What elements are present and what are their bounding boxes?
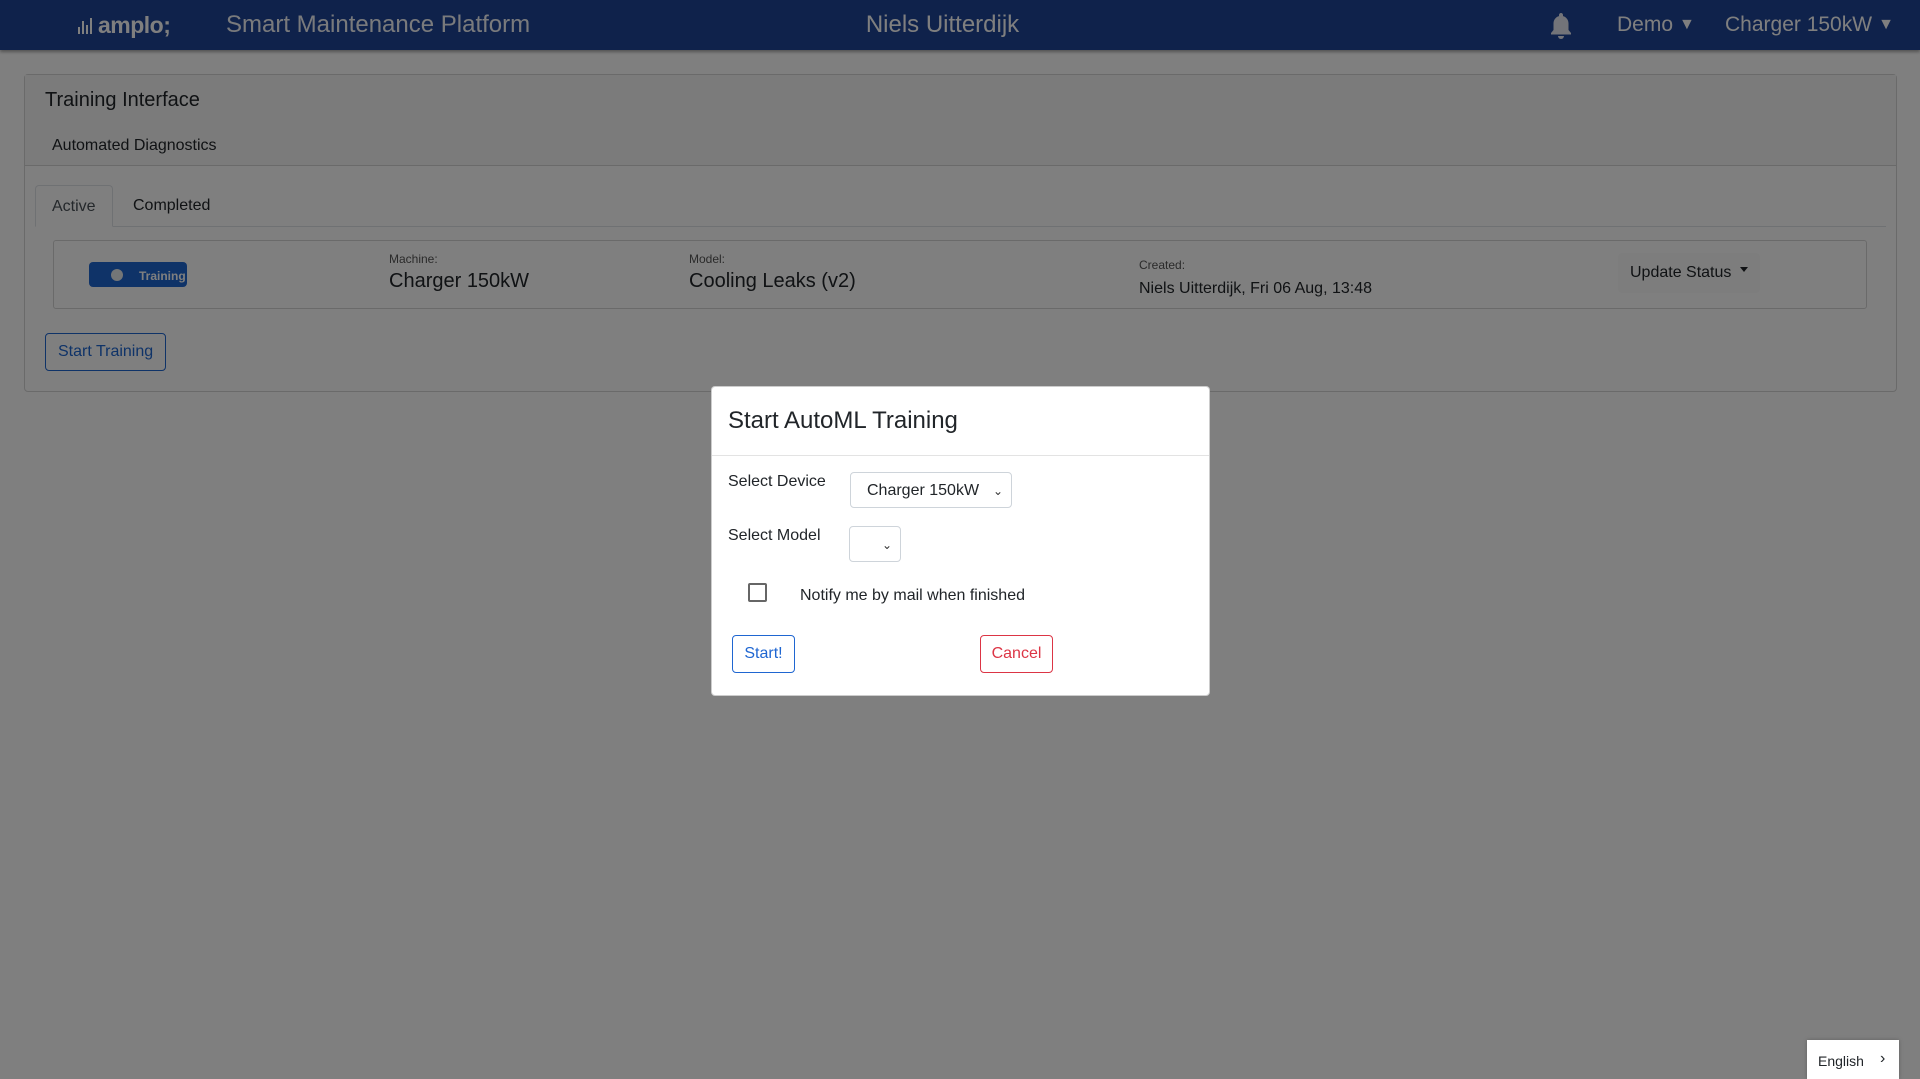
chevron-down-icon: ⌄ bbox=[881, 538, 892, 552]
language-label: English bbox=[1818, 1053, 1864, 1069]
start-automl-modal: Start AutoML Training Select Device Char… bbox=[711, 386, 1210, 696]
language-selector[interactable]: English › bbox=[1807, 1040, 1899, 1079]
model-select[interactable]: ⌄ bbox=[849, 526, 901, 562]
start-button[interactable]: Start! bbox=[732, 635, 795, 673]
modal-title: Start AutoML Training bbox=[728, 407, 958, 434]
device-select[interactable]: Charger 150kW ⌄ bbox=[850, 472, 1012, 508]
cancel-button[interactable]: Cancel bbox=[980, 635, 1053, 673]
chevron-right-icon: › bbox=[1880, 1050, 1886, 1067]
modal-header: Start AutoML Training bbox=[712, 387, 1209, 456]
notify-label[interactable]: Notify me by mail when finished bbox=[800, 587, 1025, 605]
device-select-value: Charger 150kW bbox=[867, 482, 980, 499]
select-device-label: Select Device bbox=[728, 473, 826, 490]
chevron-down-icon: ⌄ bbox=[992, 484, 1003, 498]
notify-checkbox[interactable] bbox=[748, 583, 767, 602]
select-model-label: Select Model bbox=[728, 527, 821, 544]
